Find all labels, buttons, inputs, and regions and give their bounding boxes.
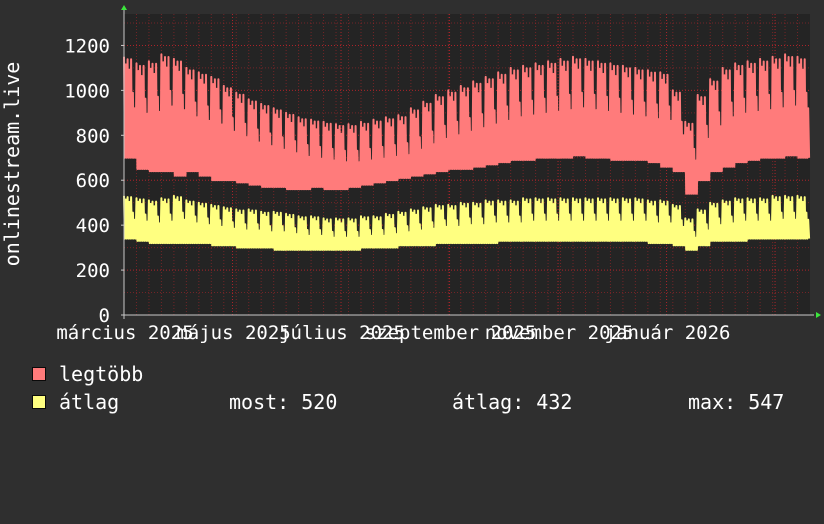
x-axis-arrow-icon (816, 312, 821, 318)
y-tick-label: 1200 (64, 35, 110, 57)
legend-label-max: legtöbb (59, 362, 144, 386)
y-tick-labels: 020040060080010001200 (64, 35, 124, 327)
x-tick-label: január 2026 (605, 322, 731, 344)
legend-label-average: átlag (59, 390, 120, 414)
legend-item-max: legtöbb (32, 363, 143, 385)
line-chart: 020040060080010001200 március 2025május … (0, 5, 821, 344)
legend-swatch-max (32, 367, 46, 381)
x-tick-label: május 2025 (176, 322, 290, 344)
stat-current: most: 520 (229, 390, 338, 414)
stat-max: max: 547 (688, 390, 785, 414)
x-tick-labels: március 2025május 2025július 2025szeptem… (56, 322, 730, 344)
legend-swatch-average (32, 395, 46, 409)
y-tick-label: 400 (76, 215, 110, 237)
x-tick-label: március 2025 (56, 322, 193, 344)
stat-average: átlag: 432 (452, 390, 573, 414)
y-axis-arrow-icon (121, 5, 127, 10)
legend-item-average: átlag most: 520 átlag: 432 max: 547 (32, 391, 812, 413)
y-tick-label: 600 (76, 170, 110, 192)
y-tick-label: 200 (76, 260, 110, 282)
y-tick-label: 1000 (64, 80, 110, 102)
y-tick-label: 800 (76, 125, 110, 147)
y-axis-label: onlinestream.live (0, 62, 24, 267)
